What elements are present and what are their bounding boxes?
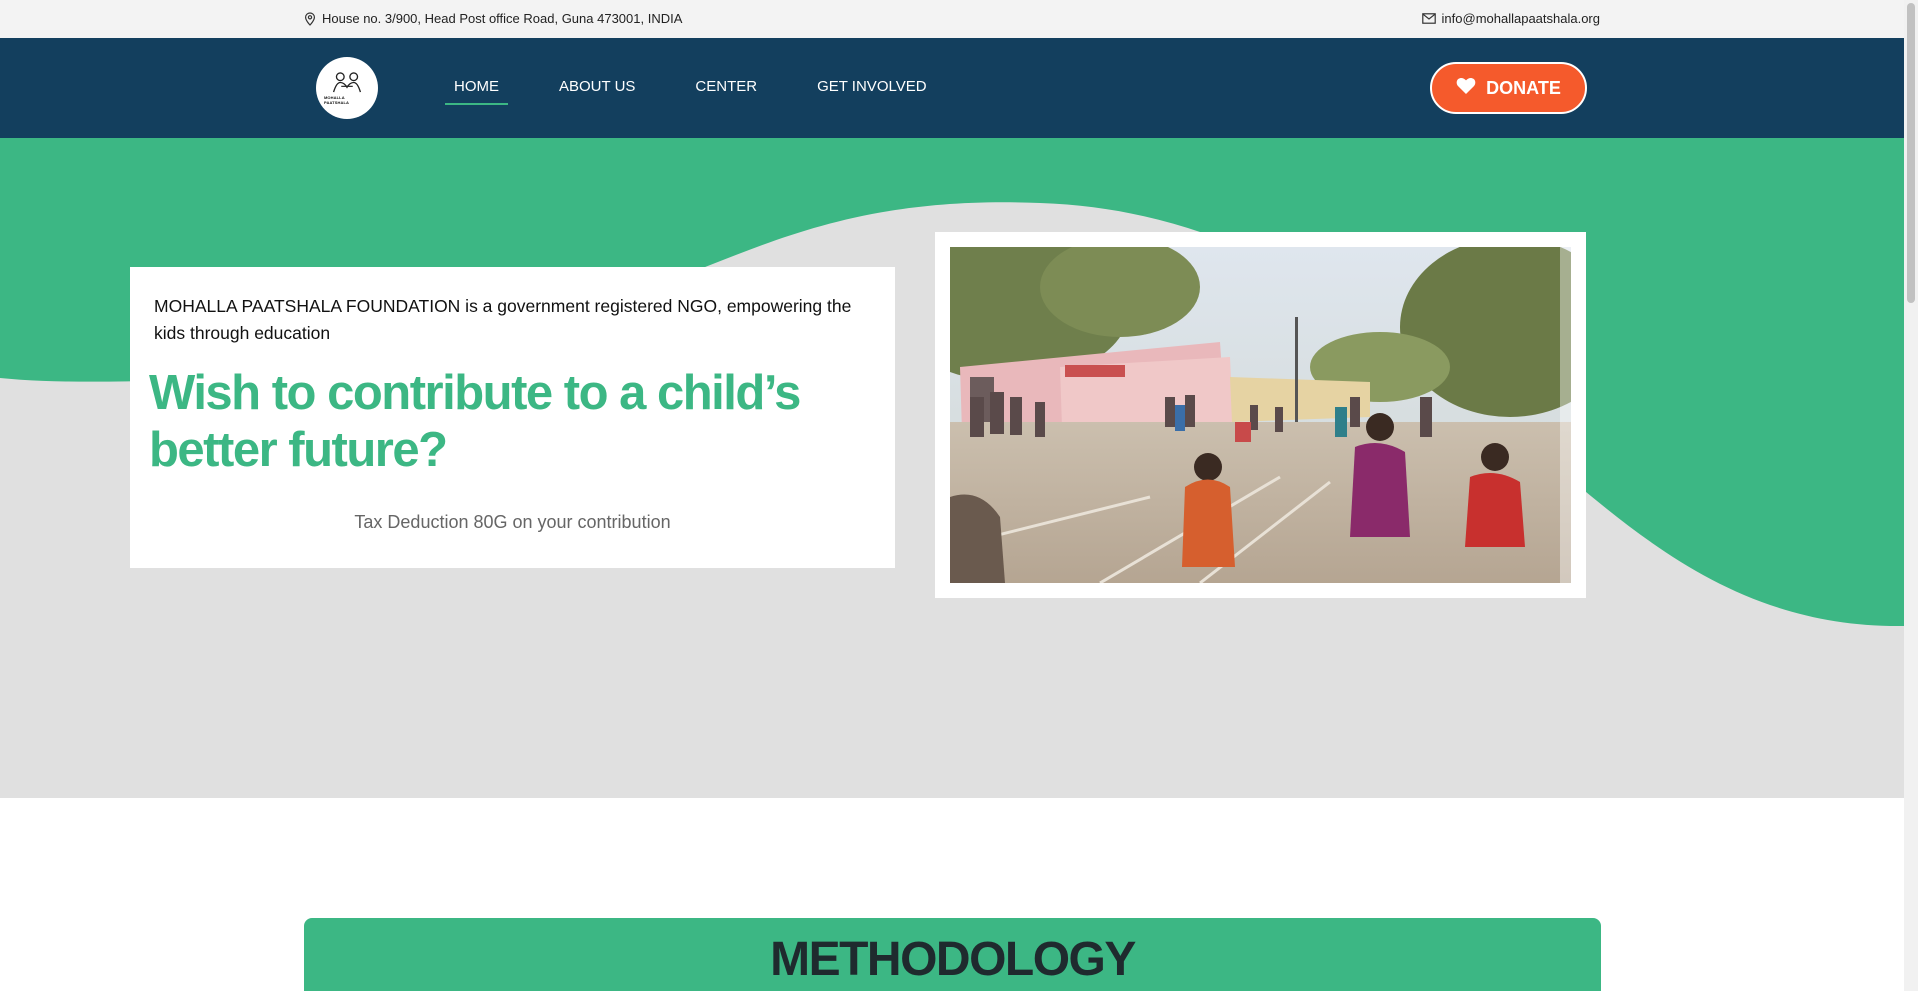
intro-card: MOHALLA PAATSHALA FOUNDATION is a govern… — [130, 267, 895, 568]
nav-item-home[interactable]: HOME — [445, 78, 508, 105]
nav-item-about-us[interactable]: ABOUT US — [550, 78, 644, 105]
page: House no. 3/900, Head Post office Road, … — [0, 0, 1918, 991]
hero-photo-children-playing[interactable] — [950, 247, 1571, 583]
email-info[interactable]: info@mohallapaatshala.org — [1421, 11, 1600, 26]
donate-label: DONATE — [1486, 77, 1561, 98]
main-navbar: MOHALLA PAATSHALA HOME ABOUT US CENTER G… — [0, 38, 1904, 138]
donate-button[interactable]: DONATE — [1430, 62, 1587, 114]
logo-children-icon — [332, 72, 362, 93]
page-scrollbar[interactable] — [1904, 0, 1918, 991]
methodology-title: METHODOLOGY — [770, 933, 1136, 986]
location-pin-icon — [304, 11, 316, 26]
address-text: House no. 3/900, Head Post office Road, … — [322, 11, 683, 26]
logo-mark: MOHALLA PAATSHALA — [324, 71, 370, 105]
site-logo[interactable]: MOHALLA PAATSHALA — [316, 57, 378, 119]
envelope-icon — [1421, 13, 1436, 24]
address-info: House no. 3/900, Head Post office Road, … — [304, 11, 682, 26]
nav-item-get-involved[interactable]: GET INVOLVED — [808, 78, 935, 105]
top-info-bar: House no. 3/900, Head Post office Road, … — [0, 0, 1904, 38]
heart-icon — [1456, 77, 1476, 100]
nav-item-center[interactable]: CENTER — [686, 78, 766, 105]
scrollbar-thumb[interactable] — [1907, 3, 1915, 303]
hero-headline: Wish to contribute to a child’s better f… — [149, 366, 801, 477]
intro-text: MOHALLA PAATSHALA FOUNDATION is a govern… — [154, 296, 852, 343]
nav-menu: HOME ABOUT US CENTER GET INVOLVED — [445, 78, 978, 105]
logo-text: MOHALLA PAATSHALA — [324, 95, 349, 105]
hero-photo-frame — [935, 232, 1586, 598]
tax-deduction-note: Tax Deduction 80G on your contribution — [354, 512, 671, 532]
email-link[interactable]: info@mohallapaatshala.org — [1442, 11, 1600, 26]
hero-section: MOHALLA PAATSHALA FOUNDATION is a govern… — [0, 138, 1904, 798]
hero-photo-illustration — [950, 247, 1571, 583]
methodology-section: METHODOLOGY — [304, 918, 1601, 991]
